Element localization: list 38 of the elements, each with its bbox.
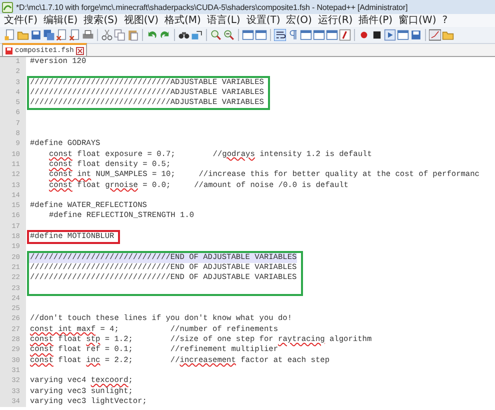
menu-item[interactable]: 运行(R) — [316, 14, 354, 26]
save-all-icon[interactable] — [43, 29, 55, 41]
menu-item[interactable]: ? — [441, 14, 449, 26]
printer-icon[interactable] — [82, 29, 94, 41]
stop-icon[interactable] — [371, 29, 383, 41]
scissors-icon[interactable] — [101, 29, 113, 41]
folder-icon[interactable] — [442, 29, 454, 41]
menu-item[interactable]: 宏(O) — [285, 14, 313, 26]
spell-check-icon[interactable] — [429, 29, 441, 41]
paste-icon[interactable] — [127, 29, 139, 41]
redo-icon[interactable] — [159, 29, 171, 41]
play-icon[interactable] — [384, 29, 396, 41]
app-icon — [2, 2, 13, 12]
record-icon[interactable] — [358, 29, 370, 41]
menu-item[interactable]: 设置(T) — [245, 14, 282, 26]
menu-item[interactable]: 格式(M) — [164, 14, 202, 26]
word-wrap-icon[interactable] — [274, 29, 286, 41]
menu-item[interactable]: 文件(F) — [3, 14, 39, 26]
zoom-out-icon[interactable] — [223, 29, 235, 41]
menu-item[interactable]: 视图(V) — [122, 14, 160, 26]
menu-item[interactable]: 搜索(S) — [82, 14, 119, 26]
menu-item[interactable]: 窗口(W) — [398, 14, 438, 26]
undo-icon[interactable] — [146, 29, 158, 41]
menu-item[interactable]: 语言(L) — [206, 14, 242, 26]
menu-item[interactable]: 插件(P) — [358, 14, 394, 26]
window-title: *D:\mc\1.7.10 with forge\mc\.minecraft\shaderpacks\CUDA-5\shaders\composite1.fsh - Notepad++ [Administrator] — [16, 2, 408, 12]
open-folder-icon[interactable] — [17, 29, 29, 41]
close-file-icon[interactable] — [56, 29, 68, 41]
zoom-in-icon[interactable] — [210, 29, 222, 41]
close-icon[interactable] — [76, 46, 84, 54]
close-all-icon[interactable] — [69, 29, 81, 41]
save-macro-icon[interactable] — [410, 29, 422, 41]
menu-item[interactable]: 编辑(E) — [42, 14, 79, 26]
function-list-icon[interactable] — [339, 29, 351, 41]
pilcrow-icon[interactable] — [287, 29, 299, 41]
binoculars-icon[interactable] — [178, 29, 190, 41]
new-file-icon[interactable] — [4, 29, 16, 41]
copy-icon[interactable] — [114, 29, 126, 41]
